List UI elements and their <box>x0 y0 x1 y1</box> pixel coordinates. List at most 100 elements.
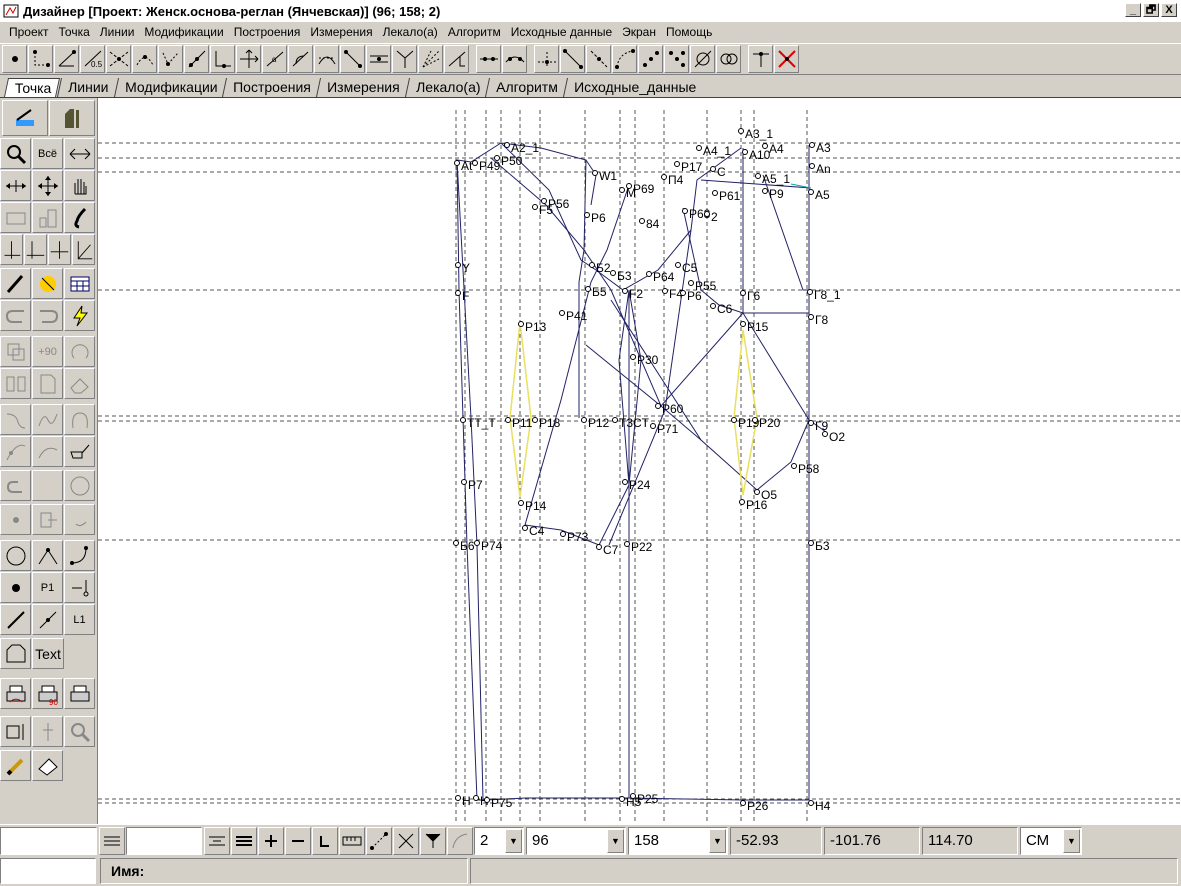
sewing-tool-button[interactable] <box>2 100 48 136</box>
point-marker[interactable] <box>610 270 616 276</box>
point-marker[interactable] <box>752 417 758 423</box>
brush-button[interactable] <box>64 202 95 233</box>
circle-tool-button[interactable] <box>64 470 95 501</box>
point-marker[interactable] <box>532 204 538 210</box>
menu-modifications[interactable]: Модификации <box>139 25 228 39</box>
tab-modifications[interactable]: Модификации <box>113 78 226 97</box>
point-fan-button[interactable] <box>418 45 443 73</box>
point-marker[interactable] <box>619 796 625 802</box>
menu-project[interactable]: Проект <box>4 25 54 39</box>
rotate-button[interactable] <box>64 336 95 367</box>
point-marker[interactable] <box>755 173 761 179</box>
menu-screen[interactable]: Экран <box>617 25 661 39</box>
point-marker[interactable] <box>592 170 598 176</box>
point-angle-button[interactable] <box>54 45 79 73</box>
point-alpha-button[interactable]: α <box>262 45 287 73</box>
print-90-button[interactable]: 90 <box>32 678 63 709</box>
point-marker[interactable] <box>808 189 814 195</box>
point-marker[interactable] <box>630 793 636 799</box>
menu-measurements[interactable]: Измерения <box>305 25 377 39</box>
menu-constructions[interactable]: Построения <box>229 25 306 39</box>
step-input[interactable] <box>126 826 202 855</box>
point-marker[interactable] <box>646 271 652 277</box>
point-two-circles-button[interactable] <box>716 45 741 73</box>
drawing-canvas[interactable]: A2_1 P50 At P49 W1 P69 P56 F5 P6 M Y F Б2 Б3 P64 Б5 F2 F4… <box>97 98 1181 824</box>
mirror-button[interactable] <box>0 368 31 399</box>
ruler-button[interactable] <box>339 826 365 855</box>
point-marker[interactable] <box>809 142 815 148</box>
point-perpendicular-button[interactable] <box>184 45 209 73</box>
measure-fork-button[interactable] <box>420 826 446 855</box>
point-marker[interactable] <box>808 420 814 426</box>
point-marker[interactable] <box>473 795 479 801</box>
zoom-out-button[interactable] <box>285 826 311 855</box>
point-marker[interactable] <box>455 795 461 801</box>
zoom-button[interactable] <box>0 138 31 169</box>
point-marker[interactable] <box>455 290 461 296</box>
point-marker[interactable] <box>808 800 814 806</box>
back-button[interactable] <box>0 470 31 501</box>
dot-gray-button[interactable] <box>0 504 31 535</box>
point-marker[interactable] <box>742 149 748 155</box>
tab-measurements[interactable]: Измерения <box>316 78 408 97</box>
zoom-in-button[interactable] <box>258 826 284 855</box>
point-marker[interactable] <box>461 479 467 485</box>
print-button[interactable] <box>0 678 31 709</box>
circle-button[interactable] <box>0 540 31 571</box>
point-marker[interactable] <box>762 188 768 194</box>
unit-select[interactable]: СМ ▼ <box>1020 826 1082 855</box>
point-marker[interactable] <box>696 145 702 151</box>
move-h-button[interactable] <box>0 170 31 201</box>
name-input[interactable] <box>470 858 1178 884</box>
point-marker[interactable] <box>474 540 480 546</box>
point-marker[interactable] <box>624 541 630 547</box>
point-midpoint-button[interactable] <box>534 45 559 73</box>
pan-hand-button[interactable] <box>64 170 95 201</box>
girth-dropdown-arrow-icon[interactable]: ▼ <box>709 828 726 853</box>
maximize-button[interactable]: 🗗 <box>1143 3 1159 17</box>
draw-pen-button[interactable] <box>0 268 31 299</box>
zoom-width-button[interactable] <box>64 138 95 169</box>
delete-point-button[interactable] <box>774 45 799 73</box>
point-marker[interactable] <box>791 463 797 469</box>
point-marker[interactable] <box>453 540 459 546</box>
menu-point[interactable]: Точка <box>54 25 95 39</box>
point-arc-tangent-button[interactable] <box>314 45 339 73</box>
move-all-button[interactable] <box>32 170 63 201</box>
point-diagonal-button[interactable] <box>560 45 585 73</box>
point-shift-button[interactable] <box>340 45 365 73</box>
point-diagonal2-button[interactable] <box>586 45 611 73</box>
point-intersect-button[interactable] <box>106 45 131 73</box>
fit-button[interactable] <box>0 716 31 747</box>
tab-source-data[interactable]: Исходные_данные <box>562 78 705 97</box>
rotate-90-button[interactable]: +90 <box>32 336 63 367</box>
hook-button[interactable] <box>64 504 95 535</box>
point-marker[interactable] <box>704 211 710 217</box>
point-marker[interactable] <box>619 187 625 193</box>
height-select[interactable]: 96 ▼ <box>526 826 626 855</box>
window-zoom-button[interactable] <box>0 202 31 233</box>
point-marker[interactable] <box>584 212 590 218</box>
curve-button[interactable] <box>64 540 95 571</box>
point-marker[interactable] <box>655 403 661 409</box>
join-curve-button[interactable] <box>32 404 63 435</box>
size-button[interactable] <box>32 202 63 233</box>
calculator-button[interactable] <box>64 268 95 299</box>
point-marker[interactable] <box>560 531 566 537</box>
unit-dropdown-arrow-icon[interactable]: ▼ <box>1063 828 1080 853</box>
loop-curve-button[interactable] <box>64 404 95 435</box>
pencil-button[interactable] <box>0 750 31 781</box>
point-marker[interactable] <box>740 800 746 806</box>
point-marker[interactable] <box>596 544 602 550</box>
point-cross-button[interactable] <box>236 45 261 73</box>
point-pin-button[interactable] <box>748 45 773 73</box>
point-ratio-button[interactable]: 0.5 <box>80 45 105 73</box>
point-marker[interactable] <box>455 262 461 268</box>
point-marker[interactable] <box>454 160 460 166</box>
point-on-line-button[interactable] <box>476 45 501 73</box>
pattern-tool-button[interactable] <box>49 100 95 136</box>
girth-select[interactable]: 158 ▼ <box>628 826 728 855</box>
empty-slot-button[interactable] <box>32 470 63 501</box>
point-marker[interactable] <box>581 417 587 423</box>
height-dropdown-arrow-icon[interactable]: ▼ <box>607 828 624 853</box>
